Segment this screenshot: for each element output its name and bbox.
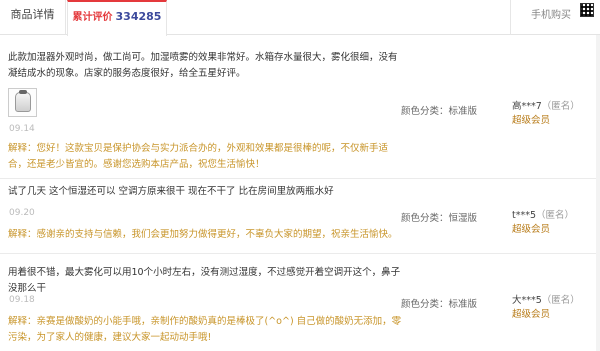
reviewer-username: 大***5	[512, 295, 542, 306]
review-date: 09.18	[9, 295, 35, 305]
review-content-line: 凝结成水的现象。店家的服务态度很好，给全五星好评。	[8, 68, 246, 79]
member-level: 超级会员	[512, 309, 551, 320]
humidifier-image	[15, 92, 31, 112]
review-content-line: 此款加湿器外观时尚，做工尚可。加湿喷雾的效果非常好。水箱存水量很大，雾化很细，没…	[8, 52, 398, 63]
seller-reply-line: 解释：您好！这款宝贝是保护协会与实力派合办的，外观和效果都是很棒的呢，不仅新手适	[8, 143, 389, 154]
review-date: 09.14	[9, 124, 35, 134]
color-variant: 颜色分类：恒湿版	[401, 213, 478, 224]
anonymous-tag: （匿名）	[541, 295, 580, 306]
member-level: 超级会员	[512, 115, 551, 126]
seller-reply-line: 解释：亲赛是做酸奶的小能手哦，亲制作的酸奶真的是棒极了(^o^) 自己做的酸奶无…	[8, 316, 402, 327]
seller-reply-line: 解释：感谢亲的支持与信赖，我们会更加努力做得更好，不辜负大家的期望，祝亲生活愉快…	[8, 229, 398, 240]
review-content-line: 没那么干	[8, 283, 47, 294]
review-content-line: 试了几天 这个恒湿还可以 空调方原来很干 现在不干了 比在房间里放两瓶水好	[8, 186, 334, 197]
qr-code-icon	[580, 3, 594, 17]
reviewer-username: t***5	[512, 210, 537, 221]
seller-reply-line: 污染，为了家人的健康，建议大家一起动动手哦!	[8, 332, 212, 343]
review-item: 试了几天 这个恒湿还可以 空调方原来很干 现在不干了 比在房间里放两瓶水好 09…	[0, 180, 600, 254]
reviewer-username: 高***7	[512, 101, 542, 112]
review-count: 334285	[115, 10, 162, 23]
review-item: 此款加湿器外观时尚，做工尚可。加湿喷雾的效果非常好。水箱存水量很大，雾化很细，没…	[0, 40, 600, 179]
tab-product-details[interactable]: 商品详情	[0, 0, 66, 35]
mobile-buy-label: 手机购买	[531, 10, 571, 21]
review-content: 用着很不错，最大雾化可以用10个小时左右，没有测过湿度，不过感觉开着空调开这个，…	[8, 265, 400, 297]
anonymous-tag: （匿名）	[536, 210, 575, 221]
mobile-buy-button[interactable]: 手机购买	[510, 0, 600, 35]
tab-reviews-label: 累计评价	[72, 12, 113, 23]
seller-reply-line: 合，还是老少皆宜的。感谢您选购本店产品，祝您生活愉快！	[8, 159, 265, 170]
color-variant: 颜色分类：标准版	[401, 106, 478, 117]
scrollbar[interactable]	[596, 35, 600, 351]
review-photo-thumbnail[interactable]	[8, 88, 37, 117]
reviewer-name: 高***7（匿名）	[512, 98, 580, 112]
review-content-line: 用着很不错，最大雾化可以用10个小时左右，没有测过湿度，不过感觉开着空调开这个，…	[8, 267, 401, 278]
review-item: 用着很不错，最大雾化可以用10个小时左右，没有测过湿度，不过感觉开着空调开这个，…	[0, 255, 600, 351]
seller-reply: 解释：亲赛是做酸奶的小能手哦，亲制作的酸奶真的是棒极了(^o^) 自己做的酸奶无…	[8, 314, 401, 346]
color-variant: 颜色分类：标准版	[401, 299, 478, 310]
seller-reply: 解释：您好！这款宝贝是保护协会与实力派合办的，外观和效果都是很棒的呢，不仅新手适…	[8, 141, 388, 173]
review-date: 09.20	[9, 208, 35, 218]
member-level: 超级会员	[512, 224, 551, 235]
tab-reviews[interactable]: 累计评价 334285	[67, 0, 167, 36]
reviewer-name: t***5（匿名）	[512, 207, 574, 221]
tab-bar: 商品详情 累计评价 334285 手机购买	[0, 0, 600, 36]
review-content: 试了几天 这个恒湿还可以 空调方原来很干 现在不干了 比在房间里放两瓶水好	[8, 184, 334, 200]
review-content: 此款加湿器外观时尚，做工尚可。加湿喷雾的效果非常好。水箱存水量很大，雾化很细，没…	[8, 50, 398, 82]
anonymous-tag: （匿名）	[541, 101, 580, 112]
reviewer-name: 大***5（匿名）	[512, 292, 580, 306]
seller-reply: 解释：感谢亲的支持与信赖，我们会更加努力做得更好，不辜负大家的期望，祝亲生活愉快…	[8, 227, 398, 243]
humidifier-cap	[19, 90, 27, 94]
